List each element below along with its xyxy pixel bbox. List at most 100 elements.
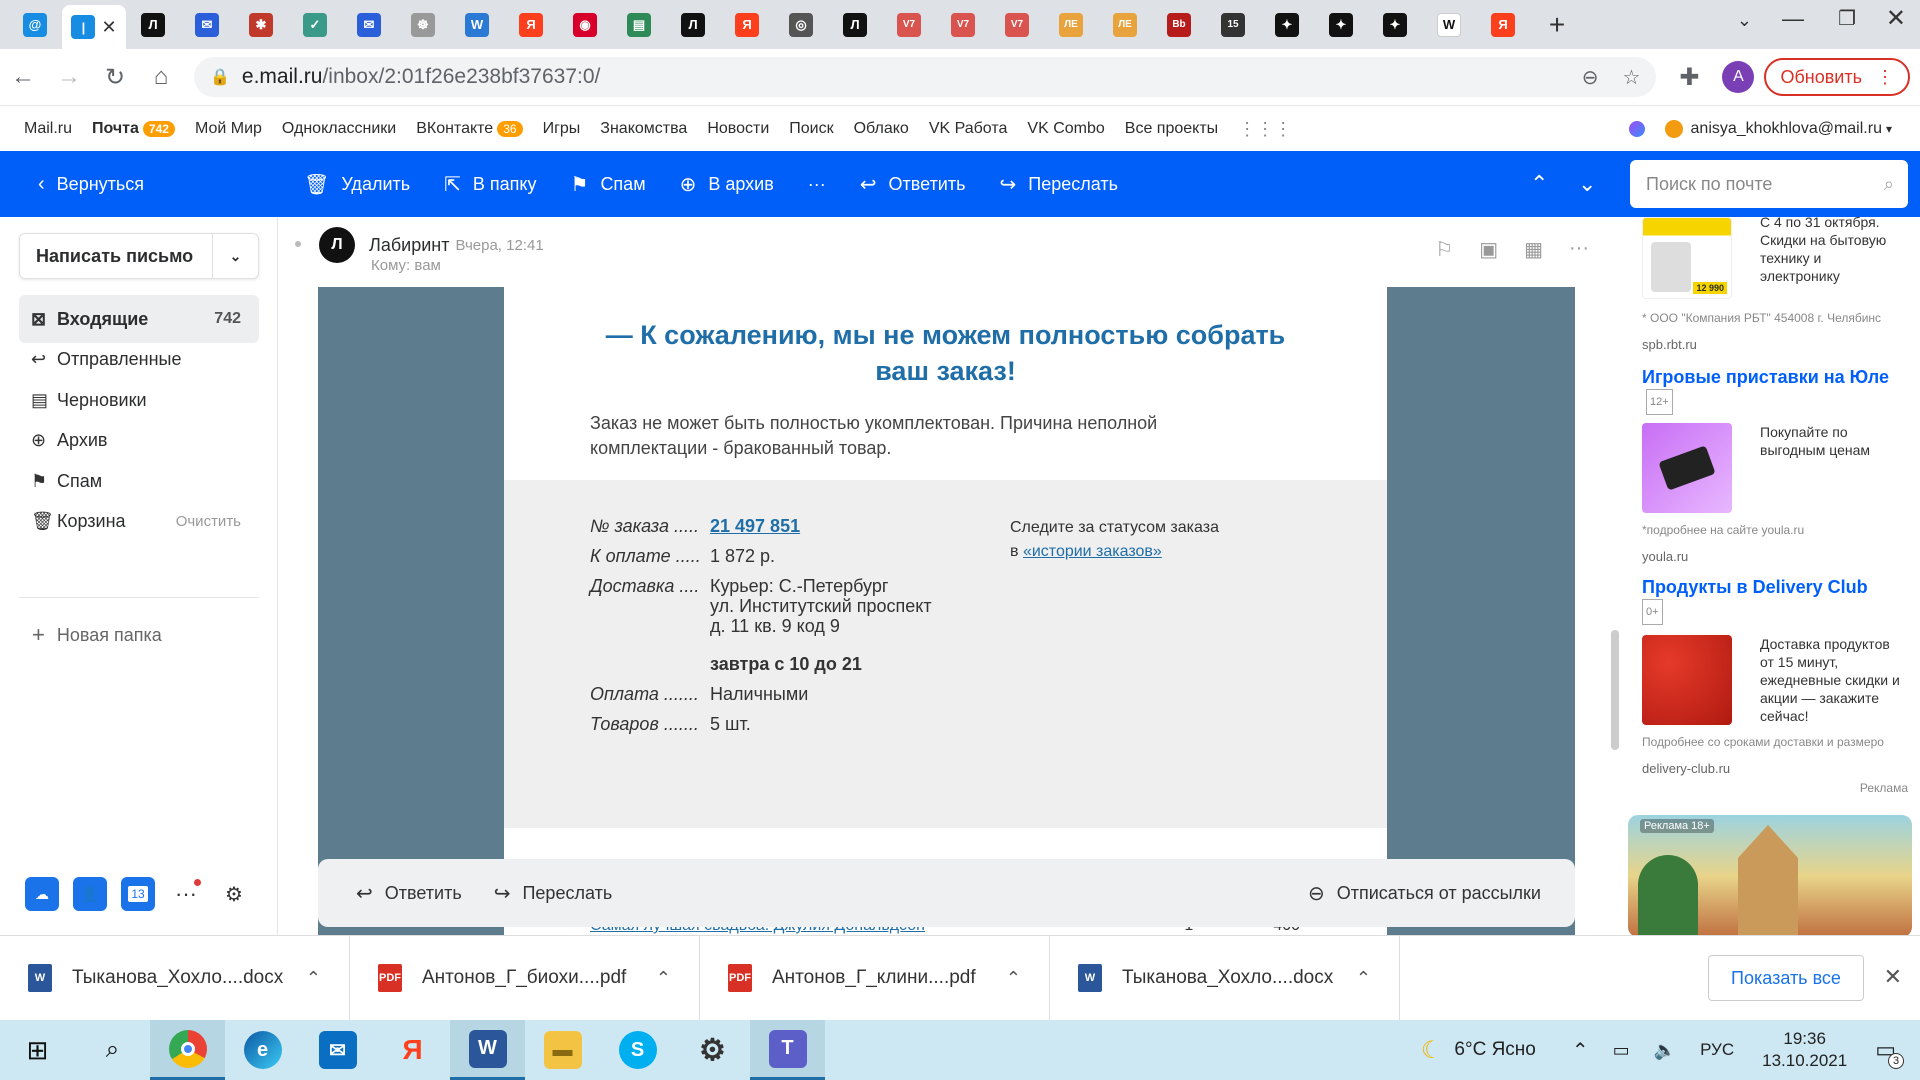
download-item[interactable]: PDF Антонов_Г_биохи....pdf ⌃	[350, 935, 700, 1021]
ad3-title[interactable]: Продукты в Delivery Club 0+	[1642, 575, 1912, 626]
contacts-icon[interactable]: 👤	[73, 877, 107, 911]
tray-chevron-icon[interactable]: ⌃	[1572, 1038, 1589, 1063]
mail-taskbar-button[interactable]: ✉	[300, 1020, 375, 1080]
address-bar[interactable]: 🔒 e.mail.ru/inbox/2:01f26e238bf37637:0/ …	[194, 57, 1657, 97]
order-number-link[interactable]: 21 497 851	[710, 516, 800, 536]
settings-taskbar-button[interactable]: ⚙	[675, 1020, 750, 1080]
next-message-icon[interactable]: ⌄	[1578, 171, 1596, 197]
start-button[interactable]: ⊞	[0, 1020, 75, 1080]
chevron-down-icon[interactable]: ⌄	[212, 234, 258, 278]
language-indicator[interactable]: РУС	[1700, 1040, 1734, 1060]
portal-link[interactable]: ВКонтакте 36	[416, 120, 523, 138]
back-arrow-icon[interactable]: ←	[0, 54, 46, 100]
back-button[interactable]: ‹ Вернуться	[38, 173, 144, 196]
portal-link[interactable]: Одноклассники	[282, 120, 396, 138]
teams-taskbar-button[interactable]: T	[750, 1020, 825, 1080]
spam-button[interactable]: ⚑ Спам	[571, 172, 646, 197]
browser-tab[interactable]: Я	[720, 5, 774, 45]
search-button[interactable]: ⌕	[75, 1020, 150, 1080]
tab-search-icon[interactable]: ⌄	[1737, 10, 1752, 31]
profile-avatar[interactable]: A	[1722, 61, 1755, 93]
yandex-taskbar-button[interactable]: Я	[375, 1020, 450, 1080]
browser-tab[interactable]: ◎	[774, 5, 828, 45]
ad3-image[interactable]	[1642, 635, 1732, 725]
ad2-domain[interactable]: youla.ru	[1642, 549, 1688, 564]
browser-tab[interactable]: ✦	[1368, 5, 1422, 45]
minimize-icon[interactable]: —	[1782, 6, 1804, 32]
compose-button[interactable]: Написать письмо ⌄	[19, 233, 259, 279]
ad1-domain[interactable]: spb.rbt.ru	[1642, 337, 1697, 352]
clock[interactable]: 19:36 13.10.2021	[1762, 1028, 1847, 1072]
close-downloads-icon[interactable]: ✕	[1884, 964, 1902, 990]
ad3-domain[interactable]: delivery-club.ru	[1642, 761, 1730, 776]
scrollbar-thumb[interactable]	[1611, 630, 1619, 750]
browser-tab[interactable]: W	[450, 5, 504, 45]
browser-tab[interactable]: V7	[936, 5, 990, 45]
browser-tab[interactable]: ◉	[558, 5, 612, 45]
portal-link[interactable]: Поиск	[789, 120, 833, 138]
apps-grid-icon[interactable]: ⋮⋮⋮	[1238, 119, 1292, 140]
delete-button[interactable]: 🗑 Удалить	[304, 172, 410, 197]
browser-tab[interactable]: W	[1422, 5, 1476, 45]
forward-arrow-icon[interactable]: →	[46, 54, 92, 100]
browser-tab[interactable]: ✓	[288, 5, 342, 45]
more-apps-icon[interactable]: ···	[169, 877, 203, 911]
portal-link[interactable]: Облако	[854, 120, 909, 138]
clear-trash-link[interactable]: Очистить	[176, 513, 259, 530]
browser-tab[interactable]: 15	[1206, 5, 1260, 45]
chrome-taskbar-button[interactable]	[150, 1020, 225, 1080]
ad-banner[interactable]: Реклама 18+	[1628, 815, 1912, 937]
chevron-up-icon[interactable]: ⌃	[656, 968, 671, 989]
weather-text[interactable]: 6°C Ясно	[1454, 1039, 1535, 1061]
order-history-link[interactable]: «истории заказов»	[1023, 543, 1162, 560]
reload-icon[interactable]: ↻	[92, 54, 138, 100]
extensions-icon[interactable]: ✚	[1666, 54, 1712, 100]
show-all-downloads-button[interactable]: Показать все	[1708, 955, 1864, 1001]
zoom-icon[interactable]: ⊖	[1582, 65, 1599, 90]
forward-button[interactable]: ↪ Переслать	[1000, 172, 1118, 197]
browser-tab[interactable]: ✦	[1260, 5, 1314, 45]
ad2-text[interactable]: Покупайте по выгодным ценам	[1760, 423, 1900, 459]
bookmark-star-icon[interactable]: ☆	[1623, 65, 1641, 90]
sender-name[interactable]: Лабиринт	[369, 235, 449, 256]
battery-icon[interactable]: ▭	[1613, 1040, 1630, 1061]
portal-link[interactable]: Новости	[707, 120, 769, 138]
browser-tab[interactable]: Bb	[1152, 5, 1206, 45]
browser-tab[interactable]: Л	[126, 5, 180, 45]
browser-tab[interactable]: | ✕	[62, 5, 126, 49]
user-account[interactable]: anisya_khokhlova@mail.ru ▾	[1628, 107, 1892, 151]
chevron-up-icon[interactable]: ⌃	[306, 968, 321, 989]
reply-button[interactable]: ↩ Ответить	[860, 172, 966, 197]
browser-tab[interactable]: ▤	[612, 5, 666, 45]
cloud-icon[interactable]: ☁	[25, 877, 59, 911]
ad3-text[interactable]: Доставка продуктов от 15 минут, ежедневн…	[1760, 635, 1900, 725]
reply-button[interactable]: ↩ Ответить	[356, 881, 462, 906]
browser-tab[interactable]: Л	[666, 5, 720, 45]
bookmark-icon[interactable]: ⚐	[1435, 237, 1453, 262]
unsubscribe-button[interactable]: ⊖ Отписаться от рассылки	[1308, 881, 1541, 906]
download-item[interactable]: W Тыканова_Хохло....docx ⌃	[0, 935, 350, 1021]
ad1-text[interactable]: С 4 по 31 октября. Скидки на бытовую тех…	[1760, 213, 1900, 285]
move-to-folder-button[interactable]: ⇱ В папку	[444, 172, 536, 197]
chevron-up-icon[interactable]: ⌃	[1006, 968, 1021, 989]
skype-taskbar-button[interactable]: S	[600, 1020, 675, 1080]
browser-tab[interactable]: @	[8, 5, 62, 45]
volume-icon[interactable]: 🔈	[1654, 1040, 1676, 1061]
portal-link[interactable]: Все проекты	[1125, 120, 1218, 138]
new-folder-button[interactable]: + Новая папка	[32, 622, 162, 648]
portal-link[interactable]: VK Combo	[1027, 120, 1104, 138]
browser-tab[interactable]: Л	[828, 5, 882, 45]
browser-tab[interactable]: ✉	[342, 5, 396, 45]
browser-tab[interactable]: ✱	[234, 5, 288, 45]
portal-link[interactable]: Игры	[543, 120, 581, 138]
more-icon[interactable]: ···	[1569, 237, 1589, 262]
chevron-up-icon[interactable]: ⌃	[1356, 968, 1371, 989]
prev-message-icon[interactable]: ⌃	[1530, 171, 1548, 197]
home-icon[interactable]: ⌂	[138, 54, 184, 100]
browser-tab[interactable]: V7	[882, 5, 936, 45]
mail-search-input[interactable]: Поиск по почте ⌕	[1630, 160, 1908, 208]
calendar-icon[interactable]: ▦	[1524, 237, 1543, 262]
browser-tab[interactable]: ✦	[1314, 5, 1368, 45]
restore-icon[interactable]: ❐	[1838, 6, 1856, 31]
explorer-taskbar-button[interactable]: ▬	[525, 1020, 600, 1080]
